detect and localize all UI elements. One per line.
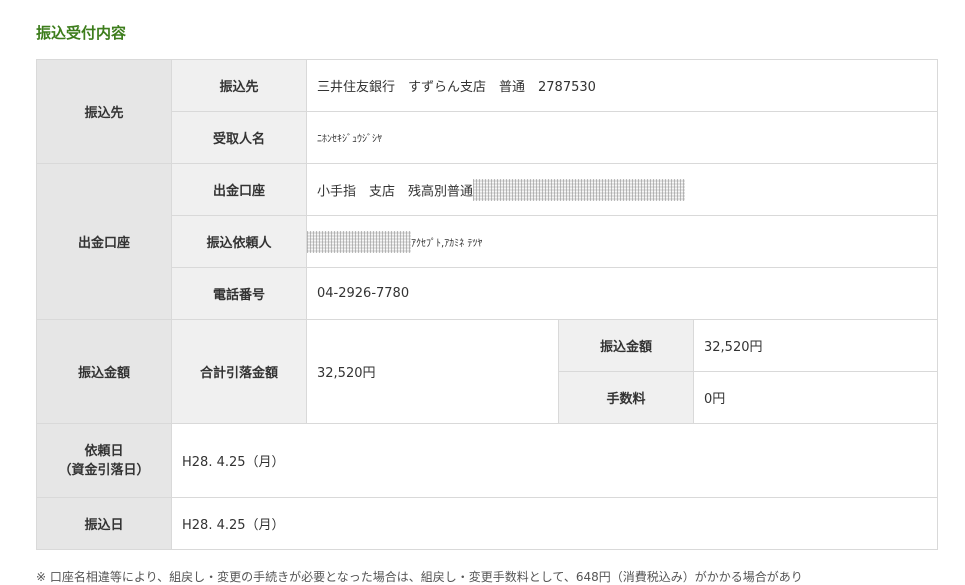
label-phone: 電話番号: [171, 267, 307, 320]
value-transfer-amount: 32,520円: [692, 319, 939, 372]
label-transfer-date: 振込日: [36, 497, 172, 550]
value-transfer-date: H28. 4.25（月）: [170, 497, 939, 550]
label-transfer-amount: 振込金額: [558, 319, 694, 372]
value-debit-account-cell: 小手指 支店 残高別普通: [305, 163, 939, 216]
value-fee: 0円: [692, 371, 939, 424]
footnote: ※ 口座名相違等により、組戻し・変更の手続きが必要となった場合は、組戻し・変更手…: [36, 570, 803, 584]
value-destination: 三井住友銀行 すずらん支店 普通 2787530: [305, 59, 939, 112]
value-requester-cell: ｱｸｾﾌﾟﾄ,ｱｶﾐﾈ ﾃﾂﾔ: [305, 215, 939, 268]
group-label-payee: 振込先: [36, 59, 172, 164]
value-requester: ｱｸｾﾌﾟﾄ,ｱｶﾐﾈ ﾃﾂﾔ: [411, 238, 483, 249]
row-request-date: 依頼日 （資金引落日） H28. 4.25（月）: [36, 423, 939, 498]
transfer-receipt-table: 振込先 振込先 三井住友銀行 すずらん支店 普通 2787530 受取人名 ﾆﾎ…: [36, 59, 939, 550]
value-recipient: ﾆﾎﾝｾｷｼﾞｭｳｼﾞｼﾔ: [305, 111, 939, 164]
label-total-debit: 合計引落金額: [171, 319, 307, 424]
row-debit-account: 出金口座 出金口座 小手指 支店 残高別普通: [36, 163, 939, 320]
group-label-debit: 出金口座: [36, 163, 172, 320]
row-transfer-amount: 振込金額 合計引落金額 32,520円 振込金額 32,520円: [36, 319, 939, 424]
value-phone: 04-2926-7780: [305, 267, 939, 320]
label-requester: 振込依頼人: [171, 215, 307, 268]
row-requester: 振込依頼人 ｱｸｾﾌﾟﾄ,ｱｶﾐﾈ ﾃﾂﾔ: [37, 215, 939, 268]
label-recipient: 受取人名: [171, 111, 307, 164]
label-request-date-line2: （資金引落日）: [58, 462, 150, 478]
page-title: 振込受付内容: [36, 24, 127, 42]
redacted-account-number: [473, 178, 686, 201]
row-transfer-date: 振込日 H28. 4.25（月）: [36, 497, 939, 550]
label-destination: 振込先: [171, 59, 307, 112]
group-label-amount: 振込金額: [36, 319, 172, 424]
label-debit-account: 出金口座: [171, 163, 307, 216]
value-total-debit: 32,520円: [306, 319, 559, 424]
redacted-requester-name: [307, 230, 411, 253]
value-request-date: H28. 4.25（月）: [170, 423, 939, 498]
label-fee: 手数料: [558, 371, 694, 424]
label-request-date: 依頼日 （資金引落日）: [36, 423, 172, 498]
row-recipient: 受取人名 ﾆﾎﾝｾｷｼﾞｭｳｼﾞｼﾔ: [37, 111, 939, 164]
label-request-date-line1: 依頼日: [84, 443, 124, 459]
row-phone: 電話番号 04-2926-7780: [37, 267, 939, 320]
value-debit-account: 小手指 支店 残高別普通: [317, 184, 474, 199]
row-destination: 振込先 振込先 三井住友銀行 すずらん支店 普通 2787530: [36, 59, 939, 164]
